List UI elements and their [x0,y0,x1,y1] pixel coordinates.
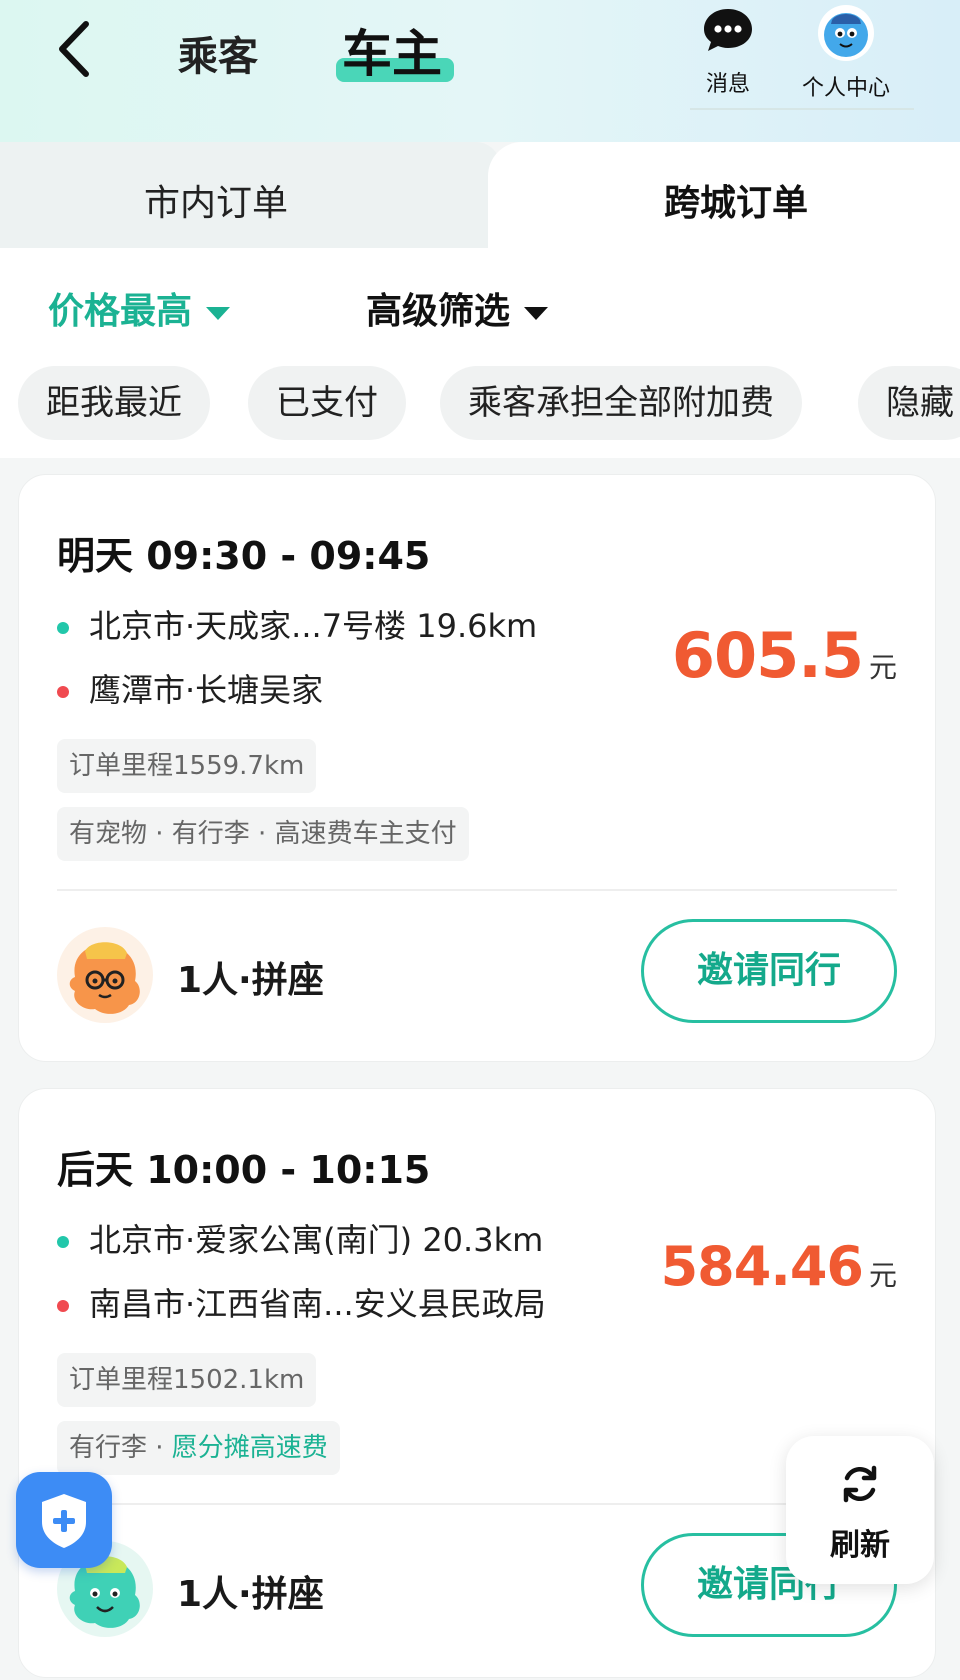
pickup-text: 北京市·爱家公寓(南门) 20.3km [89,1221,544,1259]
extras-tag: 有行李 · 愿分摊高速费 [57,1421,340,1475]
passenger-avatar [57,927,153,1023]
chip-passenger-pays-fees[interactable]: 乘客承担全部附加费 [440,366,802,440]
caret-down-icon [524,306,549,320]
role-tab-driver-label: 车主 [342,25,442,83]
price-unit: 元 [868,651,897,684]
tab-city-orders[interactable]: 市内订单 [0,142,500,248]
filter-chips: 距我最近 已支付 乘客承担全部附加费 隐藏 [0,358,960,458]
order-price: 605.5 元 [672,619,897,692]
dropoff-text: 鹰潭市·长塘吴家 [89,671,324,709]
end-dot-icon [57,1300,69,1312]
messages-button[interactable]: 消息 [698,4,758,98]
order-pickup: 北京市·爱家公寓(南门) 20.3km [57,1215,543,1261]
refresh-button[interactable]: 刷新 [786,1436,934,1584]
start-dot-icon [57,1236,69,1248]
seat-info: 1人·拼座 [177,1574,324,1615]
tab-intercity-orders[interactable]: 跨城订单 [488,142,960,248]
chip-hide[interactable]: 隐藏 [858,366,960,440]
order-time: 明天 09:30 - 09:45 [57,534,431,578]
header-divider [690,108,914,110]
back-button[interactable] [52,20,96,78]
sort-price-dropdown[interactable]: 价格最高 [48,282,231,334]
price-amount: 584.46 [660,1235,864,1298]
role-tab-passenger-label: 乘客 [178,34,258,80]
order-pickup: 北京市·天成家...7号楼 19.6km [57,601,537,647]
sort-bar: 价格最高 高级筛选 [0,248,960,358]
card-divider [57,1503,897,1505]
order-dropoff: 鹰潭市·长塘吴家 [57,665,323,711]
chevron-left-icon [59,21,89,77]
role-tab-passenger[interactable]: 乘客 [178,24,258,82]
extras-text: 有宠物 · 有行李 · 高速费车主支付 [69,819,457,849]
order-time: 后天 10:00 - 10:15 [57,1148,431,1192]
start-dot-icon [57,622,69,634]
top-bar: 乘客 车主 消息 个人中心 [0,0,960,142]
avatar-icon [818,5,874,61]
advanced-filter-dropdown[interactable]: 高级筛选 [366,282,549,334]
refresh-icon [843,1465,877,1503]
refresh-label: 刷新 [830,1528,890,1563]
price-amount: 605.5 [671,619,864,692]
pickup-text: 北京市·天成家...7号楼 19.6km [89,607,538,645]
extras-text: 有行李 · [69,1433,172,1463]
order-card[interactable]: 后天 10:00 - 10:15 北京市·爱家公寓(南门) 20.3km 南昌市… [18,1088,936,1678]
seat-info: 1人·拼座 [177,960,324,1001]
order-price: 584.46 元 [661,1235,897,1298]
mileage-tag: 订单里程1502.1km [57,1353,317,1407]
extras-tag: 有宠物 · 有行李 · 高速费车主支付 [57,807,469,861]
order-card[interactable]: 明天 09:30 - 09:45 北京市·天成家...7号楼 19.6km 鹰潭… [18,474,936,1062]
tab-intercity-orders-label: 跨城订单 [664,183,809,224]
shield-plus-icon [42,1494,86,1548]
sort-price-label: 价格最高 [48,291,193,332]
chat-bubble-icon [704,9,752,51]
card-divider [57,889,897,891]
tab-city-orders-label: 市内订单 [144,183,289,224]
invite-button[interactable]: 邀请同行 [641,919,897,1023]
chip-paid[interactable]: 已支付 [248,366,406,440]
messages-label: 消息 [705,72,750,97]
profile-label: 个人中心 [801,76,890,101]
order-type-tabs: 市内订单 跨城订单 [0,142,960,248]
extras-highlight: 愿分摊高速费 [171,1433,328,1463]
mileage-tag: 订单里程1559.7km [57,739,317,793]
price-unit: 元 [868,1259,897,1292]
caret-down-icon [206,306,231,320]
profile-button[interactable]: 个人中心 [794,4,898,102]
order-dropoff: 南昌市·江西省南...安义县民政局 [57,1279,546,1325]
chip-nearest[interactable]: 距我最近 [18,366,210,440]
dropoff-text: 南昌市·江西省南...安义县民政局 [89,1285,546,1323]
role-tab-driver[interactable]: 车主 [342,14,442,86]
advanced-filter-label: 高级筛选 [366,291,511,332]
end-dot-icon [57,686,69,698]
safety-shield-button[interactable] [16,1472,112,1568]
